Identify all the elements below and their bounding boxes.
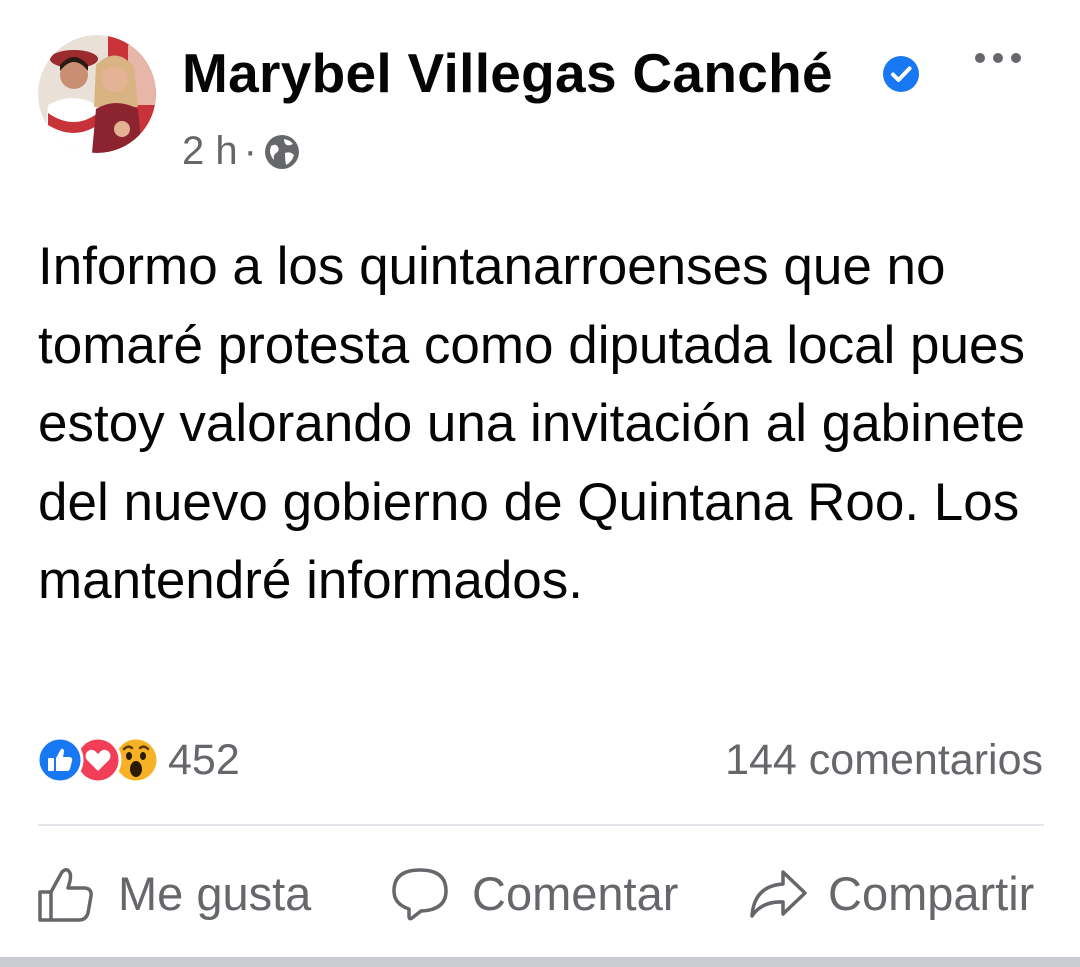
post-timestamp[interactable]: 2 h <box>182 127 238 175</box>
comment-button-label: Comentar <box>472 867 679 920</box>
like-reaction-icon <box>36 736 84 784</box>
actions-divider <box>38 824 1044 826</box>
facebook-post: Marybel Villegas Canché 2 h · Informo a … <box>0 0 1080 967</box>
post-body-text: Informo a los quintanarroenses que no to… <box>38 237 1026 610</box>
share-button-label: Compartir <box>828 867 1035 920</box>
author-avatar[interactable] <box>38 35 156 153</box>
thumbs-up-icon <box>38 868 93 922</box>
post-meta: 2 h · <box>182 126 301 176</box>
comments-count-link[interactable]: 144 comentarios <box>725 733 1043 787</box>
reaction-count: 452 <box>168 736 240 784</box>
speech-bubble-icon <box>392 868 448 921</box>
verified-badge-icon <box>883 56 919 92</box>
meta-separator: · <box>243 129 257 173</box>
share-button[interactable]: Compartir <box>748 862 1034 926</box>
bottom-separator-bar <box>0 957 1080 967</box>
author-name[interactable]: Marybel Villegas Canché <box>182 40 833 106</box>
share-arrow-icon <box>750 870 807 918</box>
like-button[interactable]: Me gusta <box>36 862 311 926</box>
like-button-label: Me gusta <box>118 867 312 920</box>
more-options-icon[interactable] <box>972 48 1024 68</box>
comment-button[interactable]: Comentar <box>390 862 678 926</box>
reactions-summary[interactable]: 452 <box>36 733 240 787</box>
globe-icon <box>264 135 299 169</box>
